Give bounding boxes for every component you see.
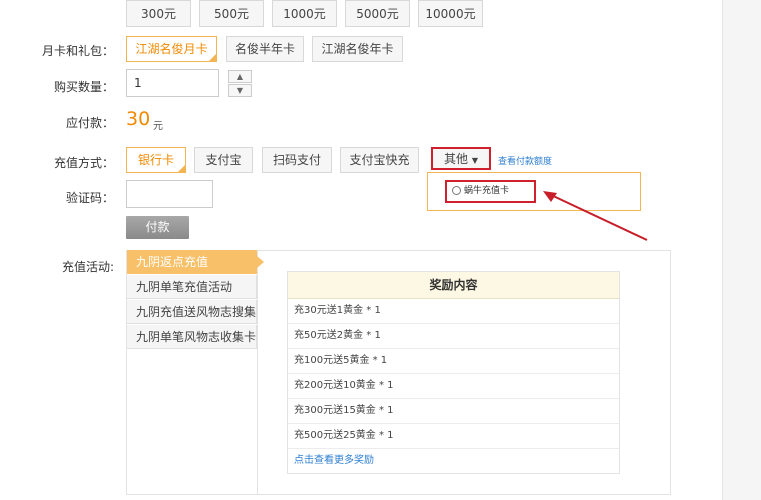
amount-option-300[interactable]: 300元 (126, 0, 191, 27)
amount-option-1000[interactable]: 1000元 (272, 0, 337, 27)
table-row: 充200元送10黄金 * 1 (288, 374, 619, 399)
annotation-arrow-icon (543, 191, 648, 241)
payment-option-alipay-quick[interactable]: 支付宝快充 (340, 147, 419, 173)
payment-limit-link[interactable]: 查看付款额度 (498, 154, 552, 167)
activity-tab-single-recharge[interactable]: 九阴单笔充值活动 (127, 275, 257, 299)
table-row: 充100元送5黄金 * 1 (288, 349, 619, 374)
table-row: 充300元送15黄金 * 1 (288, 399, 619, 424)
monthly-card-label: 月卡和礼包： (41, 44, 114, 58)
page-right-gutter (722, 0, 761, 500)
activity-tab-rebate[interactable]: 九阴返点充值 (127, 250, 257, 274)
quantity-input[interactable]: 1 (126, 69, 219, 97)
snail-card-option[interactable]: 蜗牛充值卡 (445, 180, 536, 203)
table-row: 充500元送25黄金 * 1 (288, 424, 619, 449)
amount-option-500[interactable]: 500元 (199, 0, 264, 27)
quantity-label: 购买数量： (53, 80, 114, 94)
pay-button[interactable]: 付款 (126, 216, 189, 239)
payment-method-label: 充值方式： (53, 156, 114, 170)
other-label: 其他 (444, 152, 469, 166)
dropdown-connector (432, 174, 490, 175)
monthly-card-option-month[interactable]: 江湖名俊月卡 (126, 36, 217, 62)
payable-amount: 30 (126, 108, 151, 130)
option-label: 银行卡 (137, 153, 174, 167)
captcha-label: 验证码： (65, 191, 114, 205)
payment-option-bankcard[interactable]: 银行卡 (126, 147, 186, 173)
quantity-increment-button[interactable]: ▲ (228, 70, 252, 83)
payment-option-alipay[interactable]: 支付宝 (194, 147, 253, 173)
activity-divider (257, 250, 258, 495)
amount-option-10000[interactable]: 10000元 (418, 0, 483, 27)
table-row: 充50元送2黄金 * 1 (288, 324, 619, 349)
activity-tab-collection-card[interactable]: 九阴充值送风物志搜集卡 (127, 300, 257, 343)
payable-unit: 元 (153, 121, 163, 132)
payable-label: 应付款： (65, 116, 114, 130)
caret-down-icon: ▼ (471, 156, 478, 165)
rewards-table-header: 奖励内容 (288, 272, 619, 299)
selected-corner-mark (208, 53, 217, 62)
chevron-down-icon: ▼ (236, 86, 244, 95)
amount-option-5000[interactable]: 5000元 (345, 0, 410, 27)
rewards-table: 奖励内容 充30元送1黄金 * 1 充50元送2黄金 * 1 充100元送5黄金… (287, 271, 620, 474)
more-rewards-link[interactable]: 点击查看更多奖励 (288, 449, 619, 473)
selected-corner-mark (177, 164, 186, 173)
chevron-up-icon: ▲ (236, 72, 244, 81)
payment-option-qrcode[interactable]: 扫码支付 (262, 147, 332, 173)
monthly-card-option-halfyear[interactable]: 名俊半年卡 (226, 36, 304, 62)
payment-option-other[interactable]: 其他 ▼ (431, 147, 491, 170)
radio-icon[interactable] (452, 186, 461, 195)
table-row: 充30元送1黄金 * 1 (288, 299, 619, 324)
activity-label: 充值活动: (61, 260, 114, 274)
quantity-decrement-button[interactable]: ▼ (228, 84, 252, 97)
monthly-card-option-year[interactable]: 江湖名俊年卡 (312, 36, 403, 62)
captcha-input[interactable] (126, 180, 213, 208)
snail-card-label: 蜗牛充值卡 (464, 186, 510, 196)
active-tab-pointer (257, 256, 264, 268)
option-label: 江湖名俊月卡 (135, 42, 208, 56)
activity-tab-single-collection[interactable]: 九阴单笔风物志收集卡 (127, 325, 257, 349)
